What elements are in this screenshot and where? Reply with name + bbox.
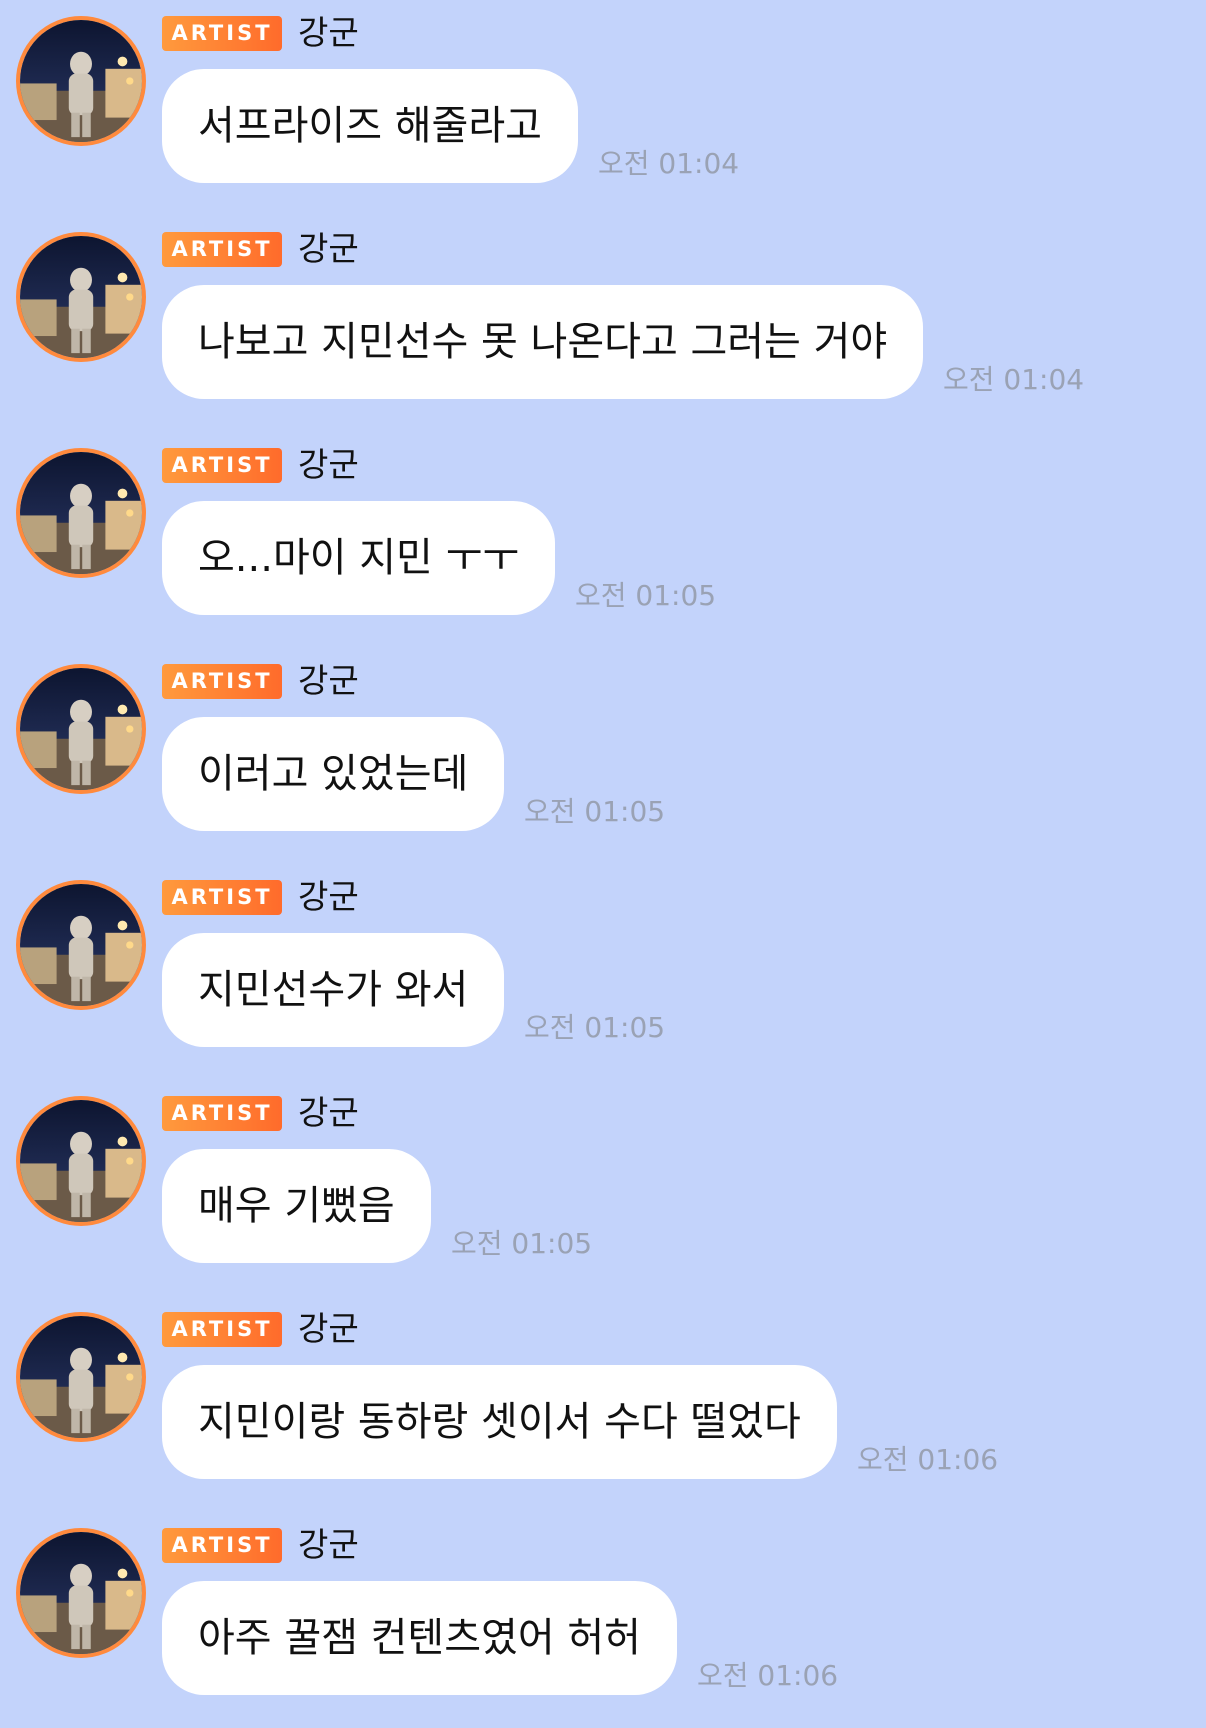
artist-avatar-icon[interactable] <box>16 232 146 362</box>
artist-avatar-icon[interactable] <box>16 1312 146 1442</box>
message-timestamp: 오전 01:05 <box>524 795 666 828</box>
chat-message: ARTIST 강군 오...마이 지민 ㅜㅜ 오전 01:05 <box>0 432 1206 648</box>
artist-badge: ARTIST <box>162 448 282 483</box>
artist-badge: ARTIST <box>162 1312 282 1347</box>
artist-avatar-icon[interactable] <box>16 880 146 1010</box>
sender-name: 강군 <box>298 1525 359 1564</box>
artist-badge: ARTIST <box>162 1096 282 1131</box>
sender-name: 강군 <box>298 13 359 52</box>
message-bubble[interactable]: 지민선수가 와서 <box>162 933 505 1047</box>
artist-avatar-icon[interactable] <box>16 664 146 794</box>
message-bubble[interactable]: 지민이랑 동하랑 셋이서 수다 떨었다 <box>162 1365 837 1479</box>
artist-badge: ARTIST <box>162 880 282 915</box>
chat-message: ARTIST 강군 지민이랑 동하랑 셋이서 수다 떨었다 오전 01:06 <box>0 1296 1206 1512</box>
artist-badge: ARTIST <box>162 664 282 699</box>
message-timestamp: 오전 01:05 <box>451 1227 593 1260</box>
sender-name: 강군 <box>298 1309 359 1348</box>
artist-avatar-icon[interactable] <box>16 1096 146 1226</box>
chat-message: ARTIST 강군 서프라이즈 해줄라고 오전 01:04 <box>0 0 1206 216</box>
sender-name: 강군 <box>298 229 359 268</box>
message-bubble[interactable]: 오...마이 지민 ㅜㅜ <box>162 501 556 615</box>
message-timestamp: 오전 01:04 <box>598 147 740 180</box>
artist-badge: ARTIST <box>162 232 282 267</box>
artist-avatar-icon[interactable] <box>16 1528 146 1658</box>
chat-message: ARTIST 강군 매우 기뻤음 오전 01:05 <box>0 1080 1206 1296</box>
message-timestamp: 오전 01:05 <box>575 579 717 612</box>
message-bubble[interactable]: 이러고 있었는데 <box>162 717 505 831</box>
artist-avatar-icon[interactable] <box>16 16 146 146</box>
chat-message-list[interactable]: ARTIST 강군 서프라이즈 해줄라고 오전 01:04 ARTIST 강군 … <box>0 0 1206 1721</box>
sender-name: 강군 <box>298 661 359 700</box>
sender-name: 강군 <box>298 1093 359 1132</box>
artist-avatar-icon[interactable] <box>16 448 146 578</box>
artist-badge: ARTIST <box>162 16 282 51</box>
message-bubble[interactable]: 매우 기뻤음 <box>162 1149 431 1263</box>
message-timestamp: 오전 01:06 <box>697 1659 839 1692</box>
chat-message: ARTIST 강군 아주 꿀잼 컨텐츠였어 허허 오전 01:06 <box>0 1512 1206 1728</box>
artist-badge: ARTIST <box>162 1528 282 1563</box>
message-timestamp: 오전 01:05 <box>524 1011 666 1044</box>
chat-message: ARTIST 강군 나보고 지민선수 못 나온다고 그러는 거야 오전 01:0… <box>0 216 1206 432</box>
message-timestamp: 오전 01:04 <box>943 363 1085 396</box>
sender-name: 강군 <box>298 877 359 916</box>
message-timestamp: 오전 01:06 <box>857 1443 999 1476</box>
message-bubble[interactable]: 나보고 지민선수 못 나온다고 그러는 거야 <box>162 285 924 399</box>
message-bubble[interactable]: 아주 꿀잼 컨텐츠였어 허허 <box>162 1581 677 1695</box>
chat-message: ARTIST 강군 지민선수가 와서 오전 01:05 <box>0 864 1206 1080</box>
chat-message: ARTIST 강군 이러고 있었는데 오전 01:05 <box>0 648 1206 864</box>
sender-name: 강군 <box>298 445 359 484</box>
message-bubble[interactable]: 서프라이즈 해줄라고 <box>162 69 578 183</box>
